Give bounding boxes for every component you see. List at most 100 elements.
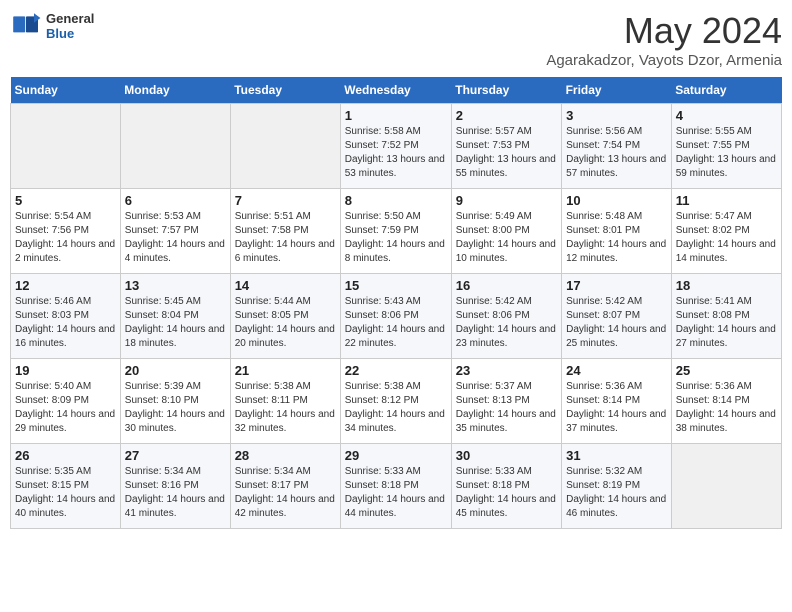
- logo-general: General: [46, 11, 94, 26]
- calendar-cell: 24 Sunrise: 5:36 AM Sunset: 8:14 PM Dayli…: [562, 359, 672, 444]
- day-info: Sunrise: 5:34 AM Sunset: 8:16 PM Dayligh…: [125, 465, 226, 521]
- day-number: 16: [456, 278, 557, 293]
- logo-text: General Blue: [46, 11, 94, 41]
- day-number: 15: [345, 278, 447, 293]
- day-number: 24: [566, 363, 667, 378]
- day-info: Sunrise: 5:42 AM Sunset: 8:07 PM Dayligh…: [566, 295, 667, 351]
- calendar-cell: 22 Sunrise: 5:38 AM Sunset: 8:12 PM Dayli…: [340, 359, 451, 444]
- day-info: Sunrise: 5:40 AM Sunset: 8:09 PM Dayligh…: [15, 380, 116, 436]
- day-info: Sunrise: 5:53 AM Sunset: 7:57 PM Dayligh…: [125, 210, 226, 266]
- day-number: 5: [15, 193, 116, 208]
- day-info: Sunrise: 5:55 AM Sunset: 7:55 PM Dayligh…: [676, 125, 777, 181]
- weekday-header-thursday: Thursday: [451, 77, 561, 104]
- day-number: 11: [676, 193, 777, 208]
- weekday-header-row: SundayMondayTuesdayWednesdayThursdayFrid…: [11, 77, 782, 104]
- title-block: May 2024 Agarakadzor, Vayots Dzor, Armen…: [546, 10, 782, 69]
- calendar-cell: 21 Sunrise: 5:38 AM Sunset: 8:11 PM Dayli…: [230, 359, 340, 444]
- logo-icon: [10, 10, 42, 42]
- calendar-cell: 10 Sunrise: 5:48 AM Sunset: 8:01 PM Dayli…: [562, 189, 672, 274]
- day-number: 23: [456, 363, 557, 378]
- day-info: Sunrise: 5:38 AM Sunset: 8:11 PM Dayligh…: [235, 380, 336, 436]
- day-info: Sunrise: 5:33 AM Sunset: 8:18 PM Dayligh…: [345, 465, 447, 521]
- weekday-header-saturday: Saturday: [671, 77, 781, 104]
- calendar-cell: 25 Sunrise: 5:36 AM Sunset: 8:14 PM Dayli…: [671, 359, 781, 444]
- calendar-cell: 19Sunrise: 5:40 AM Sunset: 8:09 PM Dayli…: [11, 359, 121, 444]
- calendar-cell: 30Sunrise: 5:33 AM Sunset: 8:18 PM Dayli…: [451, 444, 561, 529]
- day-number: 13: [125, 278, 226, 293]
- calendar-cell: 4 Sunrise: 5:55 AM Sunset: 7:55 PM Daylig…: [671, 104, 781, 189]
- calendar-cell: 17 Sunrise: 5:42 AM Sunset: 8:07 PM Dayli…: [562, 274, 672, 359]
- day-number: 12: [15, 278, 116, 293]
- calendar-cell: 11 Sunrise: 5:47 AM Sunset: 8:02 PM Dayli…: [671, 189, 781, 274]
- day-number: 3: [566, 108, 667, 123]
- page-header: General Blue May 2024 Agarakadzor, Vayot…: [10, 10, 782, 69]
- week-row-2: 5 Sunrise: 5:54 AM Sunset: 7:56 PM Daylig…: [11, 189, 782, 274]
- calendar-cell: 28Sunrise: 5:34 AM Sunset: 8:17 PM Dayli…: [230, 444, 340, 529]
- week-row-3: 12 Sunrise: 5:46 AM Sunset: 8:03 PM Dayli…: [11, 274, 782, 359]
- day-info: Sunrise: 5:36 AM Sunset: 8:14 PM Dayligh…: [676, 380, 777, 436]
- day-info: Sunrise: 5:44 AM Sunset: 8:05 PM Dayligh…: [235, 295, 336, 351]
- day-info: Sunrise: 5:47 AM Sunset: 8:02 PM Dayligh…: [676, 210, 777, 266]
- day-number: 8: [345, 193, 447, 208]
- logo-blue: Blue: [46, 26, 94, 41]
- day-info: Sunrise: 5:39 AM Sunset: 8:10 PM Dayligh…: [125, 380, 226, 436]
- day-info: Sunrise: 5:38 AM Sunset: 8:12 PM Dayligh…: [345, 380, 447, 436]
- calendar-cell: 1Sunrise: 5:58 AM Sunset: 7:52 PM Daylig…: [340, 104, 451, 189]
- calendar-cell: 13Sunrise: 5:45 AM Sunset: 8:04 PM Dayli…: [120, 274, 230, 359]
- weekday-header-monday: Monday: [120, 77, 230, 104]
- calendar-cell: 23 Sunrise: 5:37 AM Sunset: 8:13 PM Dayli…: [451, 359, 561, 444]
- calendar-cell: 29Sunrise: 5:33 AM Sunset: 8:18 PM Dayli…: [340, 444, 451, 529]
- calendar-cell: 16 Sunrise: 5:42 AM Sunset: 8:06 PM Dayli…: [451, 274, 561, 359]
- day-info: Sunrise: 5:46 AM Sunset: 8:03 PM Dayligh…: [15, 295, 116, 351]
- calendar-cell: 2Sunrise: 5:57 AM Sunset: 7:53 PM Daylig…: [451, 104, 561, 189]
- day-info: Sunrise: 5:48 AM Sunset: 8:01 PM Dayligh…: [566, 210, 667, 266]
- week-row-4: 19Sunrise: 5:40 AM Sunset: 8:09 PM Dayli…: [11, 359, 782, 444]
- calendar-cell: 7 Sunrise: 5:51 AM Sunset: 7:58 PM Daylig…: [230, 189, 340, 274]
- day-number: 31: [566, 448, 667, 463]
- day-number: 20: [125, 363, 226, 378]
- day-number: 17: [566, 278, 667, 293]
- day-number: 9: [456, 193, 557, 208]
- day-number: 14: [235, 278, 336, 293]
- calendar-cell: 3Sunrise: 5:56 AM Sunset: 7:54 PM Daylig…: [562, 104, 672, 189]
- weekday-header-sunday: Sunday: [11, 77, 121, 104]
- day-number: 30: [456, 448, 557, 463]
- weekday-header-tuesday: Tuesday: [230, 77, 340, 104]
- day-info: Sunrise: 5:49 AM Sunset: 8:00 PM Dayligh…: [456, 210, 557, 266]
- calendar-cell: [230, 104, 340, 189]
- calendar-cell: [671, 444, 781, 529]
- day-info: Sunrise: 5:51 AM Sunset: 7:58 PM Dayligh…: [235, 210, 336, 266]
- calendar-cell: 26Sunrise: 5:35 AM Sunset: 8:15 PM Dayli…: [11, 444, 121, 529]
- calendar-table: SundayMondayTuesdayWednesdayThursdayFrid…: [10, 77, 782, 529]
- day-info: Sunrise: 5:37 AM Sunset: 8:13 PM Dayligh…: [456, 380, 557, 436]
- calendar-cell: 5 Sunrise: 5:54 AM Sunset: 7:56 PM Daylig…: [11, 189, 121, 274]
- calendar-cell: 27 Sunrise: 5:34 AM Sunset: 8:16 PM Dayli…: [120, 444, 230, 529]
- calendar-cell: [120, 104, 230, 189]
- day-number: 27: [125, 448, 226, 463]
- location-subtitle: Agarakadzor, Vayots Dzor, Armenia: [546, 52, 782, 69]
- calendar-cell: 18Sunrise: 5:41 AM Sunset: 8:08 PM Dayli…: [671, 274, 781, 359]
- month-title: May 2024: [546, 10, 782, 52]
- day-number: 1: [345, 108, 447, 123]
- day-info: Sunrise: 5:35 AM Sunset: 8:15 PM Dayligh…: [15, 465, 116, 521]
- day-info: Sunrise: 5:43 AM Sunset: 8:06 PM Dayligh…: [345, 295, 447, 351]
- week-row-5: 26Sunrise: 5:35 AM Sunset: 8:15 PM Dayli…: [11, 444, 782, 529]
- day-number: 28: [235, 448, 336, 463]
- day-info: Sunrise: 5:42 AM Sunset: 8:06 PM Dayligh…: [456, 295, 557, 351]
- day-number: 4: [676, 108, 777, 123]
- day-number: 18: [676, 278, 777, 293]
- day-number: 22: [345, 363, 447, 378]
- day-info: Sunrise: 5:36 AM Sunset: 8:14 PM Dayligh…: [566, 380, 667, 436]
- day-number: 7: [235, 193, 336, 208]
- calendar-cell: 6 Sunrise: 5:53 AM Sunset: 7:57 PM Daylig…: [120, 189, 230, 274]
- day-number: 6: [125, 193, 226, 208]
- day-number: 21: [235, 363, 336, 378]
- week-row-1: 1Sunrise: 5:58 AM Sunset: 7:52 PM Daylig…: [11, 104, 782, 189]
- day-info: Sunrise: 5:50 AM Sunset: 7:59 PM Dayligh…: [345, 210, 447, 266]
- day-info: Sunrise: 5:54 AM Sunset: 7:56 PM Dayligh…: [15, 210, 116, 266]
- day-info: Sunrise: 5:57 AM Sunset: 7:53 PM Dayligh…: [456, 125, 557, 181]
- day-number: 10: [566, 193, 667, 208]
- calendar-cell: 14 Sunrise: 5:44 AM Sunset: 8:05 PM Dayli…: [230, 274, 340, 359]
- day-number: 25: [676, 363, 777, 378]
- weekday-header-friday: Friday: [562, 77, 672, 104]
